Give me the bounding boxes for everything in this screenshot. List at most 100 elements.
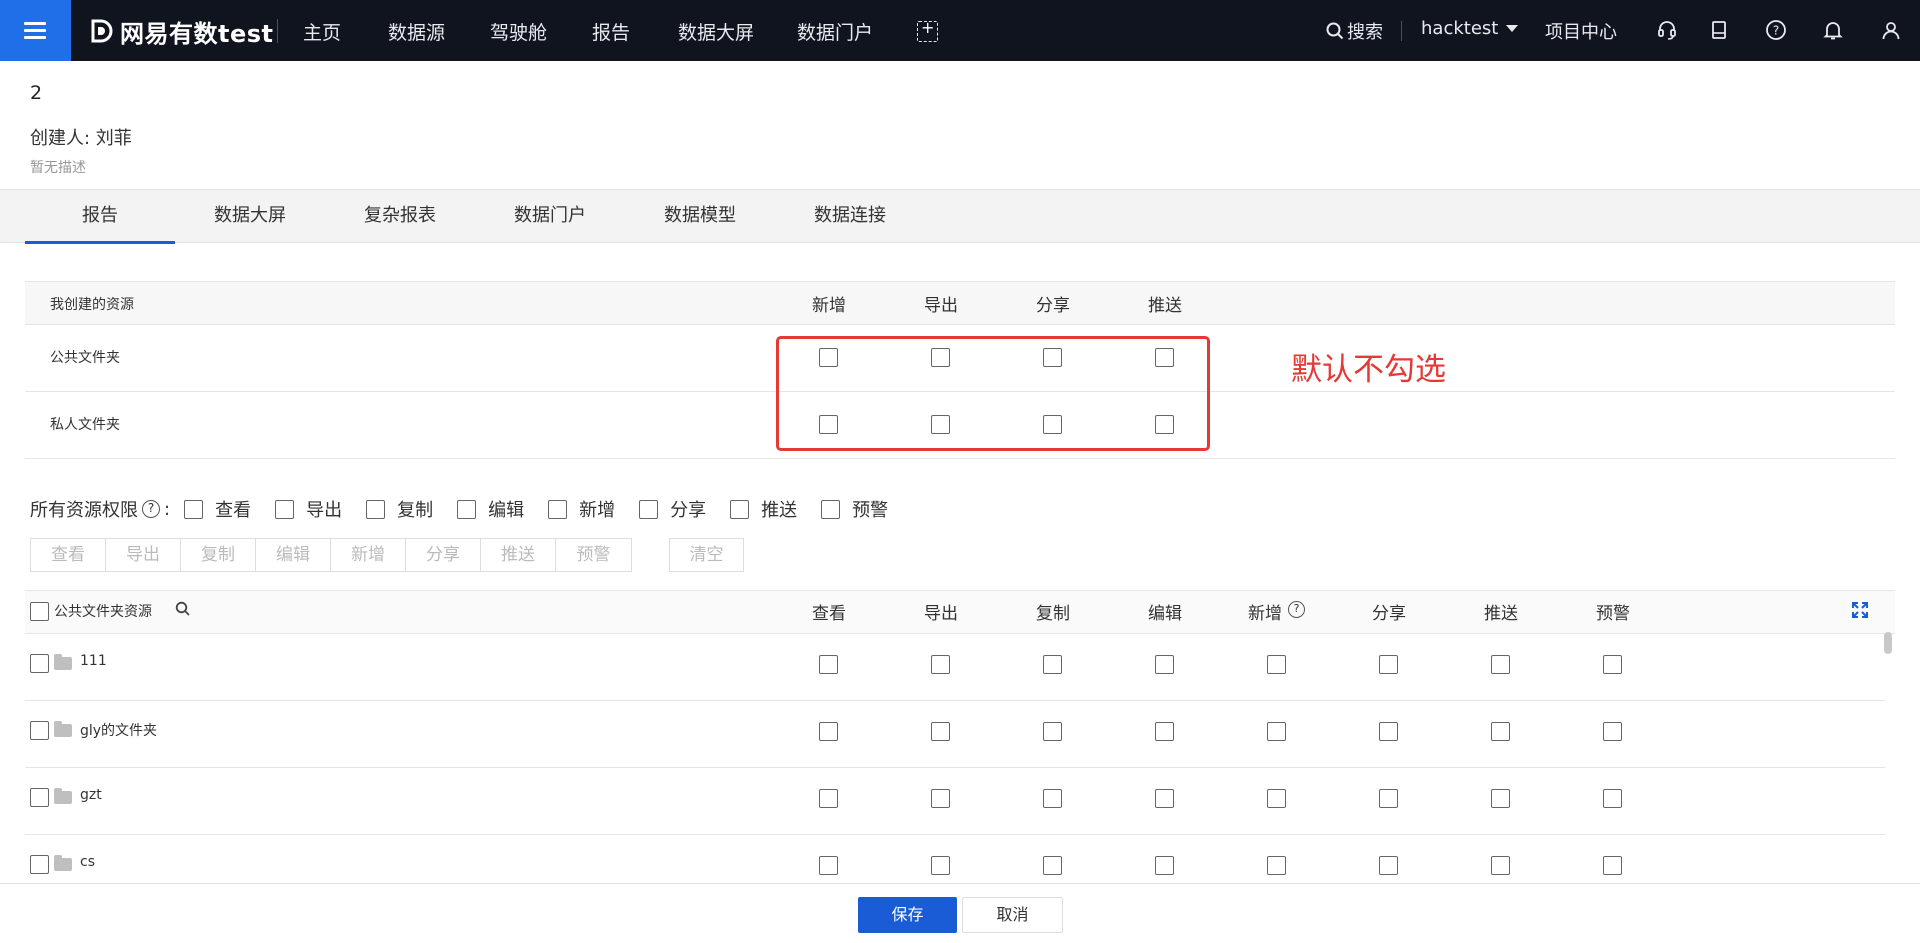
permission-checkbox[interactable]: [819, 722, 838, 741]
nav-item-portal[interactable]: 数据门户: [797, 18, 873, 45]
col-head-export: 导出: [924, 604, 958, 624]
fullscreen-icon[interactable]: [1851, 601, 1869, 619]
permission-checkbox[interactable]: [1155, 655, 1174, 674]
permission-checkbox[interactable]: [931, 856, 950, 875]
permission-checkbox[interactable]: [1603, 789, 1622, 808]
row-select-checkbox[interactable]: [30, 654, 49, 673]
logo[interactable]: 网易有数test: [88, 16, 274, 48]
tab-bigscreen[interactable]: 数据大屏: [175, 190, 325, 244]
bulk-edit-button[interactable]: 编辑: [256, 539, 331, 571]
permission-checkbox[interactable]: [1491, 722, 1510, 741]
permission-checkbox[interactable]: [1603, 655, 1622, 674]
checkbox-all-edit[interactable]: [457, 499, 477, 519]
permission-checkbox[interactable]: [1267, 722, 1286, 741]
col-head-push: 推送: [1484, 604, 1518, 624]
page-title: 2: [30, 82, 43, 104]
permission-checkbox[interactable]: [1043, 789, 1062, 808]
tab-data-connection[interactable]: 数据连接: [775, 190, 925, 244]
user-dropdown[interactable]: hacktest: [1421, 18, 1519, 39]
tab-report[interactable]: 报告: [25, 190, 175, 244]
tab-portal[interactable]: 数据门户: [475, 190, 625, 244]
tab-data-model[interactable]: 数据模型: [625, 190, 775, 244]
help-icon[interactable]: ?: [1288, 601, 1305, 618]
cancel-button[interactable]: 取消: [962, 897, 1063, 933]
permission-checkbox[interactable]: [819, 856, 838, 875]
help-icon[interactable]: ?: [142, 500, 160, 518]
permission-checkbox[interactable]: [1379, 655, 1398, 674]
add-module-icon[interactable]: [917, 18, 938, 42]
permission-checkbox[interactable]: [1491, 655, 1510, 674]
permission-checkbox[interactable]: [1491, 789, 1510, 808]
permission-checkbox[interactable]: [931, 655, 950, 674]
bulk-view-button[interactable]: 查看: [31, 539, 106, 571]
checkbox-all-alert[interactable]: [821, 499, 841, 519]
bulk-copy-button[interactable]: 复制: [181, 539, 256, 571]
headset-icon[interactable]: [1656, 19, 1678, 41]
checkbox-select-all[interactable]: [30, 602, 49, 621]
permission-checkbox[interactable]: [1155, 856, 1174, 875]
bulk-export-button[interactable]: 导出: [106, 539, 181, 571]
permission-checkbox[interactable]: [1267, 655, 1286, 674]
folder-name[interactable]: 111: [80, 653, 107, 669]
bulk-push-button[interactable]: 推送: [481, 539, 556, 571]
nav-item-datasource[interactable]: 数据源: [388, 18, 445, 45]
permission-checkbox[interactable]: [1155, 789, 1174, 808]
save-button[interactable]: 保存: [858, 897, 957, 933]
tab-complex-report[interactable]: 复杂报表: [325, 190, 475, 244]
colon: :: [164, 498, 171, 520]
folder-name[interactable]: gly的文件夹: [80, 720, 157, 740]
nav-item-bigscreen[interactable]: 数据大屏: [678, 18, 754, 45]
permission-checkbox[interactable]: [1603, 856, 1622, 875]
folder-icon: [54, 721, 72, 737]
option-label: 推送: [761, 500, 798, 521]
bell-icon[interactable]: [1822, 19, 1844, 41]
nav-item-report[interactable]: 报告: [592, 18, 630, 45]
checkbox-all-copy[interactable]: [366, 499, 386, 519]
scrollbar[interactable]: [1884, 632, 1892, 654]
bulk-alert-button[interactable]: 预警: [556, 539, 631, 571]
permission-checkbox[interactable]: [1267, 856, 1286, 875]
permission-checkbox[interactable]: [931, 722, 950, 741]
checkbox-all-export[interactable]: [275, 499, 295, 519]
permission-checkbox[interactable]: [1603, 722, 1622, 741]
row-select-checkbox[interactable]: [30, 721, 49, 740]
permission-checkbox[interactable]: [1043, 856, 1062, 875]
menu-icon[interactable]: [0, 0, 71, 61]
checkbox-all-add[interactable]: [548, 499, 568, 519]
row-select-checkbox[interactable]: [30, 788, 49, 807]
option-label: 预警: [852, 500, 889, 521]
checkbox-all-push[interactable]: [730, 499, 750, 519]
bulk-add-button[interactable]: 新增: [331, 539, 406, 571]
bulk-share-button[interactable]: 分享: [406, 539, 481, 571]
tab-bar: 报告 数据大屏 复杂报表 数据门户 数据模型 数据连接: [0, 189, 1920, 244]
permission-checkbox[interactable]: [819, 655, 838, 674]
user-icon[interactable]: [1880, 19, 1902, 41]
search-label: 搜索: [1347, 22, 1383, 43]
permission-checkbox[interactable]: [1379, 789, 1398, 808]
row-select-checkbox[interactable]: [30, 855, 49, 874]
checkbox-all-view[interactable]: [184, 499, 204, 519]
permission-checkbox[interactable]: [819, 789, 838, 808]
permission-checkbox[interactable]: [1491, 856, 1510, 875]
clear-button[interactable]: 清空: [669, 538, 744, 572]
folder-icon: [54, 654, 72, 670]
permission-checkbox[interactable]: [1155, 722, 1174, 741]
search-icon[interactable]: [175, 601, 191, 617]
permission-checkbox[interactable]: [1267, 789, 1286, 808]
permission-checkbox[interactable]: [1379, 722, 1398, 741]
folder-name[interactable]: gzt: [80, 787, 102, 803]
nav-item-cockpit[interactable]: 驾驶舱: [490, 18, 547, 45]
checkbox-all-share[interactable]: [639, 499, 659, 519]
help-icon[interactable]: ?: [1765, 19, 1787, 41]
permission-checkbox[interactable]: [1043, 722, 1062, 741]
search-button[interactable]: 搜索: [1326, 18, 1383, 44]
row-label-public-folder: 公共文件夹: [50, 350, 120, 366]
permission-checkbox[interactable]: [931, 789, 950, 808]
permission-checkbox[interactable]: [1379, 856, 1398, 875]
row-divider: [25, 458, 1895, 459]
bookmark-icon[interactable]: [1708, 19, 1730, 41]
nav-item-home[interactable]: 主页: [303, 18, 341, 45]
folder-name[interactable]: cs: [80, 854, 95, 870]
project-center-link[interactable]: 项目中心: [1545, 18, 1617, 44]
permission-checkbox[interactable]: [1043, 655, 1062, 674]
